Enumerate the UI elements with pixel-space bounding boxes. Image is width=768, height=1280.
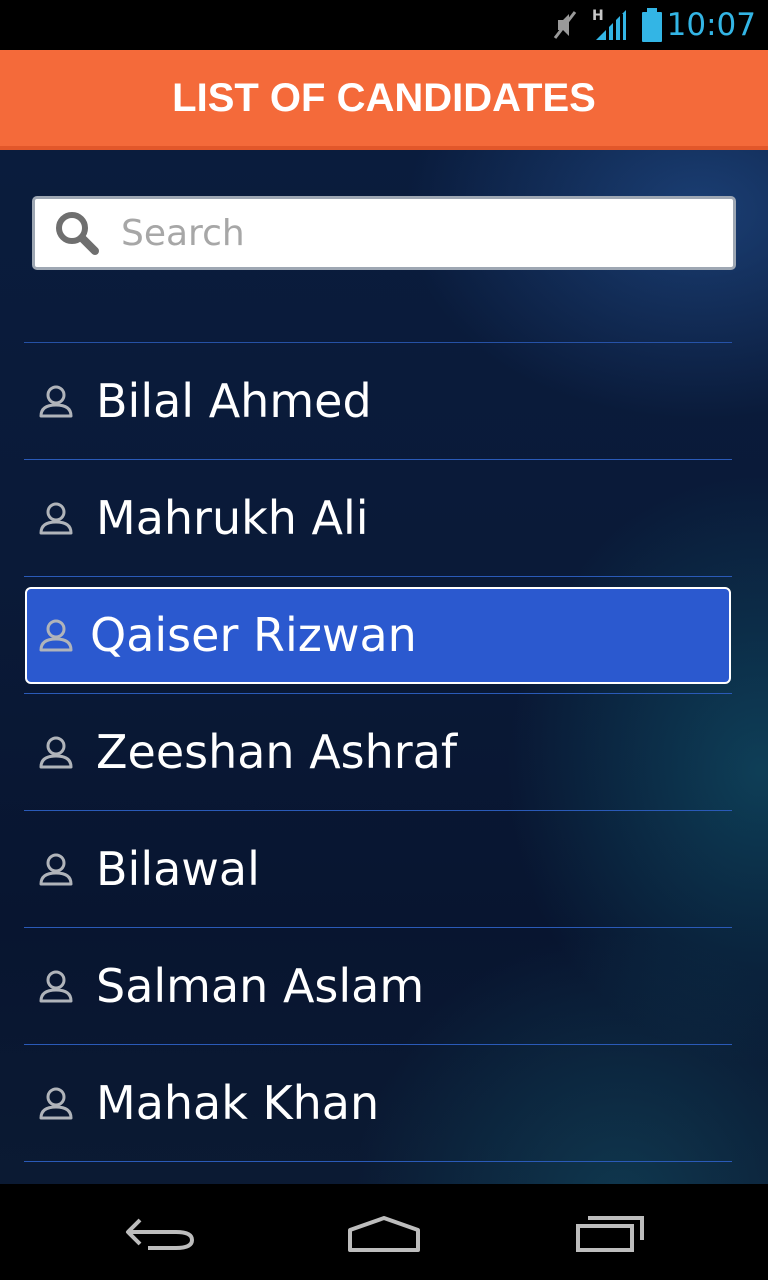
person-icon [38, 1085, 74, 1121]
network-type-label: H [592, 8, 604, 24]
nav-bar [0, 1184, 768, 1280]
person-icon [38, 851, 74, 887]
candidate-item[interactable]: Salman Aslam [24, 928, 732, 1045]
candidate-list: Bilal Ahmed Mahrukh Ali Qaiser Rizwan Ze… [24, 342, 732, 1162]
candidate-name: Qaiser Rizwan [90, 608, 417, 662]
candidate-item[interactable]: Bilal Ahmed [24, 343, 732, 460]
status-bar: H 10:07 [0, 0, 768, 50]
mute-icon [552, 10, 578, 44]
person-icon [38, 617, 74, 653]
page-title: LIST OF CANDIDATES [172, 75, 596, 120]
recent-apps-icon[interactable] [570, 1212, 650, 1256]
candidate-name: Mahak Khan [96, 1076, 380, 1130]
candidate-name: Bilawal [96, 842, 260, 896]
back-icon[interactable] [120, 1212, 200, 1256]
status-clock: 10:07 [666, 7, 756, 43]
search-input[interactable] [121, 212, 701, 254]
candidate-item[interactable]: Mahak Khan [24, 1045, 732, 1162]
candidate-item[interactable]: Zeeshan Ashraf [24, 694, 732, 811]
search-icon [53, 209, 101, 257]
person-icon [38, 734, 74, 770]
candidate-name: Salman Aslam [96, 959, 425, 1013]
person-icon [38, 500, 74, 536]
candidate-item[interactable]: Bilawal [24, 811, 732, 928]
candidate-item-selected[interactable]: Qaiser Rizwan [24, 577, 732, 694]
app-header: LIST OF CANDIDATES [0, 50, 768, 150]
candidate-item[interactable]: Mahrukh Ali [24, 460, 732, 577]
main-content: Bilal Ahmed Mahrukh Ali [0, 150, 768, 1184]
signal-icon: H [592, 6, 630, 46]
search-bar[interactable] [32, 196, 736, 270]
person-icon [38, 968, 74, 1004]
battery-icon [640, 8, 664, 46]
candidate-name: Bilal Ahmed [96, 374, 372, 428]
candidate-name: Zeeshan Ashraf [96, 725, 458, 779]
candidate-name: Mahrukh Ali [96, 491, 369, 545]
home-icon[interactable] [344, 1212, 424, 1256]
screen: H 10:07 LIST OF CANDIDATES Search Bilal … [0, 0, 768, 1280]
person-icon [38, 383, 74, 419]
